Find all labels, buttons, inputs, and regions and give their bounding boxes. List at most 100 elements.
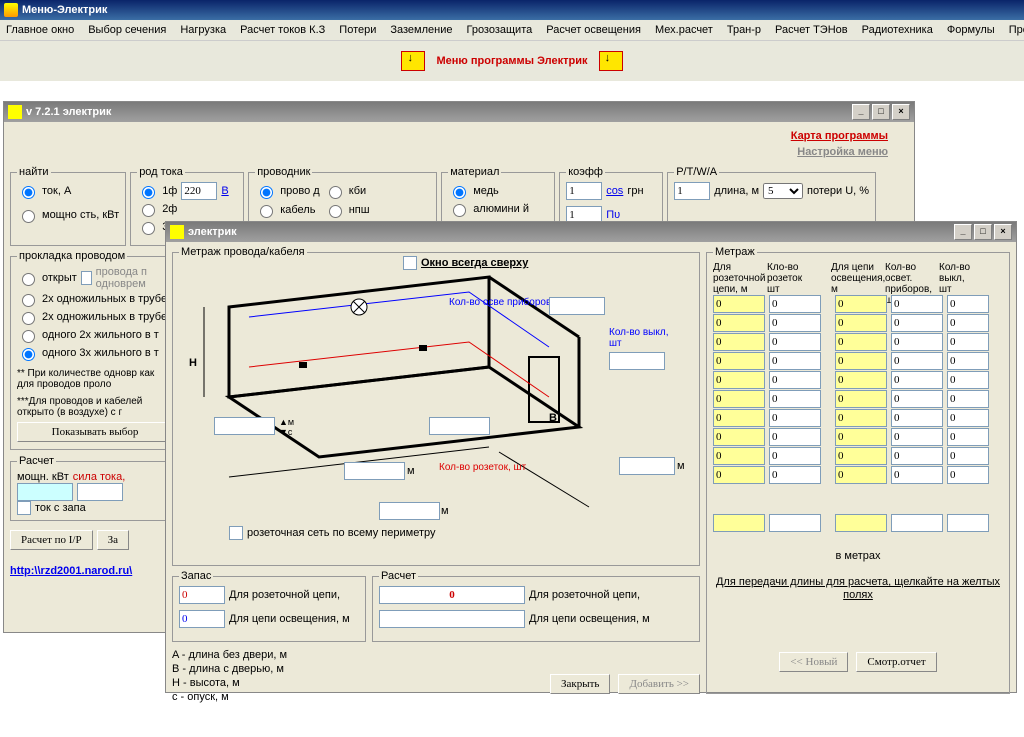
menu-item[interactable]: Выбор сечения [88, 24, 166, 36]
dim-input[interactable] [429, 417, 490, 435]
menu-item[interactable]: Формулы [947, 24, 995, 36]
kol-vykl-input[interactable] [609, 352, 665, 370]
m-roz[interactable] [713, 352, 765, 370]
chk-perimeter[interactable] [229, 526, 243, 540]
mosh-input[interactable] [17, 483, 73, 501]
rasch-roz-input[interactable] [379, 586, 525, 604]
zapas-roz-input[interactable] [179, 586, 225, 604]
m-roz[interactable] [713, 466, 765, 484]
m-rozc[interactable] [769, 295, 821, 313]
m-roz[interactable] [713, 409, 765, 427]
menu-item[interactable]: Потери [339, 24, 376, 36]
sila-input[interactable] [77, 483, 123, 501]
m-vykl[interactable] [947, 466, 989, 484]
btn-add[interactable]: Добавить >> [618, 674, 700, 694]
m-roz[interactable] [713, 447, 765, 465]
m-osv[interactable] [835, 466, 887, 484]
zapas-osv-input[interactable] [179, 610, 225, 628]
dim-h-input[interactable] [214, 417, 275, 435]
m-vykl[interactable] [947, 295, 989, 313]
minimize-icon[interactable]: _ [852, 104, 870, 120]
m-roz[interactable] [713, 295, 765, 313]
sum-vykl[interactable] [947, 514, 989, 532]
m-roz[interactable] [713, 333, 765, 351]
m-osv[interactable] [835, 352, 887, 370]
m-osvc[interactable] [891, 447, 943, 465]
m-vykl[interactable] [947, 314, 989, 332]
m-osv[interactable] [835, 428, 887, 446]
m-rozc[interactable] [769, 314, 821, 332]
m-osv[interactable] [835, 333, 887, 351]
radio-alum[interactable] [453, 204, 466, 217]
m-rozc[interactable] [769, 466, 821, 484]
m-rozc[interactable] [769, 371, 821, 389]
win2-titlebar[interactable]: электрик _ □ × [166, 222, 1016, 242]
minimize-icon[interactable]: _ [954, 224, 972, 240]
menu-item[interactable]: Мех.расчет [655, 24, 713, 36]
sum-roz[interactable] [713, 514, 765, 532]
m-osv[interactable] [835, 390, 887, 408]
menu-item[interactable]: Расчет токов К.З [240, 24, 325, 36]
chk-provoda[interactable] [81, 271, 92, 285]
sum-osvc[interactable] [891, 514, 943, 532]
btn-pokaz[interactable]: Показывать выбор [17, 422, 173, 442]
menu-item[interactable]: Расчет освещения [546, 24, 641, 36]
m-vykl[interactable] [947, 447, 989, 465]
dim-b-input[interactable] [619, 457, 675, 475]
m-rozc[interactable] [769, 409, 821, 427]
m-roz[interactable] [713, 428, 765, 446]
maximize-icon[interactable]: □ [974, 224, 992, 240]
k1-input[interactable] [566, 182, 602, 200]
url-link[interactable]: http:\\rzd2001.narod.ru\ [10, 565, 132, 577]
kol-osv-input[interactable] [549, 297, 605, 315]
menu-item[interactable]: Расчет ТЭНов [775, 24, 848, 36]
link-karta[interactable]: Карта программы [791, 130, 888, 142]
link-nastr[interactable]: Настройка меню [797, 146, 888, 158]
extra-input[interactable] [379, 502, 440, 520]
menu-item[interactable]: Главное окно [6, 24, 74, 36]
m-osvc[interactable] [891, 409, 943, 427]
btn-close[interactable]: Закрыть [550, 674, 610, 694]
sum-rozc[interactable] [769, 514, 821, 532]
m-vykl[interactable] [947, 428, 989, 446]
m-vykl[interactable] [947, 352, 989, 370]
maximize-icon[interactable]: □ [872, 104, 890, 120]
win1-titlebar[interactable]: v 7.2.1 электрик _ □ × [4, 102, 914, 122]
menu-item[interactable]: Радиотехника [862, 24, 933, 36]
ptwa-input[interactable] [674, 182, 710, 200]
m-osvc[interactable] [891, 466, 943, 484]
m-vykl[interactable] [947, 333, 989, 351]
btn-za[interactable]: За [97, 530, 129, 550]
radio-2od[interactable] [22, 294, 35, 307]
chk-zapas[interactable] [17, 501, 31, 515]
radio-2zh[interactable] [22, 330, 35, 343]
m-osv[interactable] [835, 295, 887, 313]
close-icon[interactable]: × [892, 104, 910, 120]
m-roz[interactable] [713, 390, 765, 408]
menu-item[interactable]: Прочее [1009, 24, 1024, 36]
radio-2f[interactable] [142, 204, 155, 217]
m-osvc[interactable] [891, 428, 943, 446]
m-osvc[interactable] [891, 295, 943, 313]
radio-open[interactable] [22, 273, 35, 286]
m-osvc[interactable] [891, 333, 943, 351]
radio-2od2[interactable] [22, 312, 35, 325]
menu-item[interactable]: Грозозащита [466, 24, 532, 36]
menu-item[interactable]: Заземление [390, 24, 452, 36]
radio-kbi[interactable] [329, 186, 342, 199]
m-rozc[interactable] [769, 390, 821, 408]
radio-3zh[interactable] [22, 348, 35, 361]
m-rozc[interactable] [769, 352, 821, 370]
m-roz[interactable] [713, 371, 765, 389]
menu-item[interactable]: Тран-р [727, 24, 761, 36]
m-vykl[interactable] [947, 409, 989, 427]
voltage-input[interactable] [181, 182, 217, 200]
m-osvc[interactable] [891, 390, 943, 408]
m-osvc[interactable] [891, 371, 943, 389]
radio-provod[interactable] [260, 186, 273, 199]
m-osv[interactable] [835, 447, 887, 465]
m-osvc[interactable] [891, 314, 943, 332]
btn-view[interactable]: Смотр.отчет [856, 652, 936, 672]
m-osvc[interactable] [891, 352, 943, 370]
radio-3f[interactable] [142, 222, 155, 235]
